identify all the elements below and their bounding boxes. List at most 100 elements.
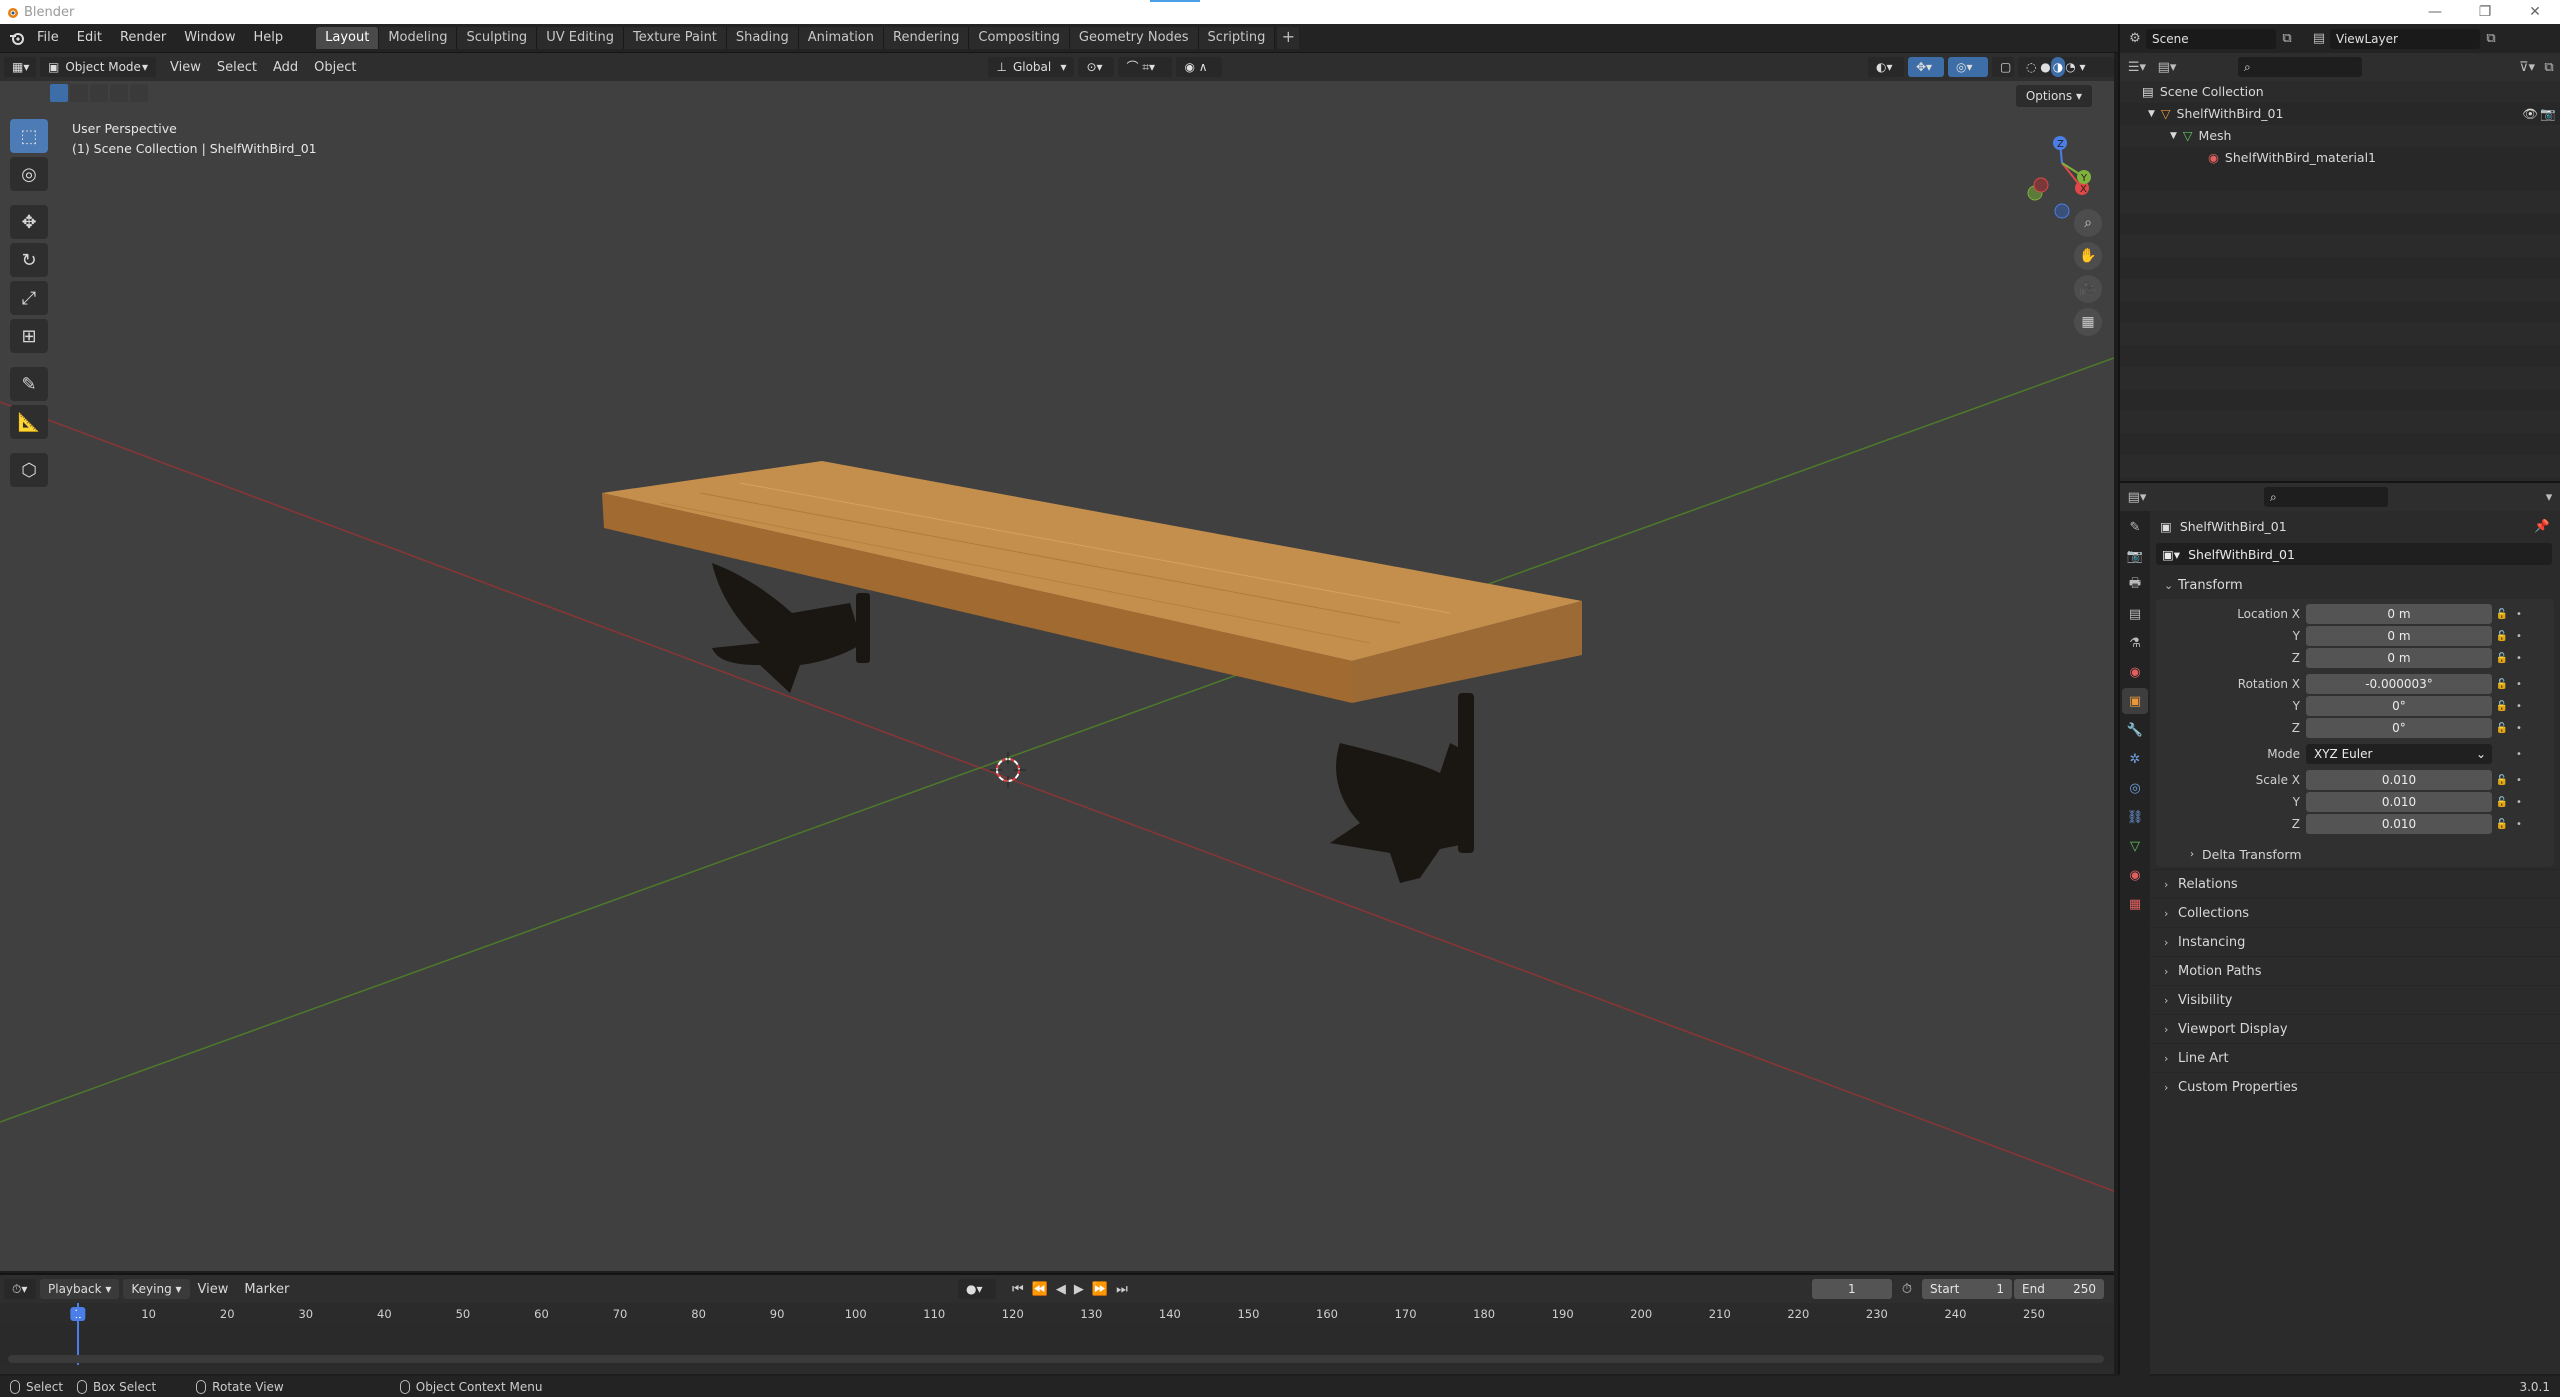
scene-name-field[interactable]: Scene <box>2146 28 2276 49</box>
close-button[interactable]: ✕ <box>2510 0 2560 24</box>
outliner-row-mesh[interactable]: ▼ ▽ Mesh <box>2120 125 2560 147</box>
menu-file[interactable]: File <box>28 27 68 49</box>
particles-tab-icon[interactable]: ✲ <box>2122 746 2148 772</box>
keyframe-dot-icon[interactable]: • <box>2512 631 2526 642</box>
add-cube-tool[interactable]: ⬡ <box>10 453 48 487</box>
outliner-search-input[interactable]: ⌕ <box>2238 57 2362 77</box>
keying-dropdown[interactable]: Keying ▾ <box>123 1279 190 1299</box>
modifier-tab-icon[interactable]: 🔧 <box>2122 717 2148 743</box>
3d-viewport[interactable]: ▦▾ ▣ Object Mode ▾ View Select Add Object ⊥ G… <box>0 53 2114 1271</box>
eye-icon[interactable]: 👁 <box>2522 103 2538 125</box>
panel-relations[interactable]: › Relations <box>2150 869 2560 898</box>
rotation-z-field[interactable]: 0° <box>2306 718 2492 738</box>
pan-hand-icon[interactable]: ✋ <box>2074 242 2102 270</box>
tab-shading[interactable]: Shading <box>726 27 799 49</box>
tab-geometry-nodes[interactable]: Geometry Nodes <box>1069 27 1199 49</box>
cursor-tool[interactable]: ◎ <box>10 157 48 191</box>
menu-help[interactable]: Help <box>245 27 293 49</box>
delta-transform-subpanel[interactable]: › Delta Transform <box>2156 841 2554 867</box>
menu-render[interactable]: Render <box>111 27 175 49</box>
tab-animation[interactable]: Animation <box>798 27 884 49</box>
object-tab-icon[interactable]: ▣ <box>2122 688 2148 714</box>
panel-viewport-display[interactable]: › Viewport Display <box>2150 1014 2560 1043</box>
jump-next-key-icon[interactable]: ⏩ <box>1092 1282 1108 1297</box>
keyframe-dot-icon[interactable]: • <box>2512 819 2526 830</box>
scale-x-field[interactable]: 0.010 <box>2306 770 2492 790</box>
menu-edit[interactable]: Edit <box>68 27 111 49</box>
keyframe-dot-icon[interactable]: • <box>2512 723 2526 734</box>
transform-tool[interactable]: ⊞ <box>10 319 48 353</box>
material-tab-icon[interactable]: ◉ <box>2122 862 2148 888</box>
panel-custom-properties[interactable]: › Custom Properties <box>2150 1072 2560 1101</box>
tab-texture-paint[interactable]: Texture Paint <box>624 27 727 49</box>
lock-icon[interactable]: 🔓 <box>2492 775 2512 786</box>
timeline-track-area[interactable] <box>0 1303 2114 1365</box>
new-view-layer-icon[interactable]: ⧉ <box>2480 29 2502 49</box>
measure-tool[interactable]: 📐 <box>10 405 48 439</box>
editor-type-button[interactable]: ⏱▾ <box>4 1279 36 1299</box>
panel-collections[interactable]: › Collections <box>2150 898 2560 927</box>
new-scene-icon[interactable]: ⧉ <box>2276 29 2298 49</box>
options-chevron-icon[interactable]: ▾ <box>2538 487 2560 507</box>
view-layer-field[interactable]: ViewLayer <box>2330 28 2480 49</box>
zoom-icon[interactable]: ⌕ <box>2074 209 2102 237</box>
lock-icon[interactable]: 🔓 <box>2492 819 2512 830</box>
lock-icon[interactable]: 🔓 <box>2492 679 2512 690</box>
pin-icon[interactable]: 📌 <box>2534 518 2550 534</box>
panel-line-art[interactable]: › Line Art <box>2150 1043 2560 1072</box>
jump-prev-key-icon[interactable]: ⏪ <box>1032 1282 1048 1297</box>
rotation-y-field[interactable]: 0° <box>2306 696 2492 716</box>
view-layer-tab-icon[interactable]: ▤ <box>2122 601 2148 627</box>
world-tab-icon[interactable]: ◉ <box>2122 659 2148 685</box>
timeline-scrollbar[interactable] <box>8 1355 2104 1363</box>
timeline-marker-menu[interactable]: Marker <box>236 1282 297 1297</box>
constraints-tab-icon[interactable]: ⛓ <box>2122 804 2148 830</box>
lock-icon[interactable]: 🔓 <box>2492 723 2512 734</box>
keyframe-dot-icon[interactable]: • <box>2512 749 2526 760</box>
camera-view-icon[interactable]: 🎥 <box>2074 275 2102 303</box>
tab-sculpting[interactable]: Sculpting <box>457 27 538 49</box>
move-tool[interactable]: ✥ <box>10 205 48 239</box>
panel-instancing[interactable]: › Instancing <box>2150 927 2560 956</box>
tab-rendering[interactable]: Rendering <box>884 27 970 49</box>
keyframe-dot-icon[interactable]: • <box>2512 797 2526 808</box>
tab-layout[interactable]: Layout <box>316 27 380 49</box>
lock-icon[interactable]: 🔓 <box>2492 701 2512 712</box>
jump-start-icon[interactable]: ⏮ <box>1012 1282 1024 1297</box>
new-collection-icon[interactable]: ⧉ <box>2538 57 2560 77</box>
data-tab-icon[interactable]: ▽ <box>2122 833 2148 859</box>
filter-icon[interactable]: ⊽▾ <box>2516 57 2538 77</box>
properties-editor-icon[interactable]: ▤▾ <box>2126 487 2148 507</box>
display-mode-icon[interactable]: ▤▾ <box>2156 57 2178 77</box>
blender-menu-icon[interactable] <box>6 27 28 49</box>
scale-z-field[interactable]: 0.010 <box>2306 814 2492 834</box>
scale-y-field[interactable]: 0.010 <box>2306 792 2492 812</box>
panel-visibility[interactable]: › Visibility <box>2150 985 2560 1014</box>
camera-render-icon[interactable]: 📷 <box>2540 103 2556 125</box>
properties-search-input[interactable]: ⌕ <box>2264 487 2388 507</box>
object-name-field[interactable]: ▣▾ ShelfWithBird_01 <box>2156 543 2552 565</box>
rotation-x-field[interactable]: -0.000003° <box>2306 674 2492 694</box>
outliner-row-scene-collection[interactable]: ▤ Scene Collection <box>2120 81 2560 103</box>
keyframe-dot-icon[interactable]: • <box>2512 701 2526 712</box>
maximize-button[interactable]: ❐ <box>2460 0 2510 24</box>
outliner-row-object[interactable]: ▼ ▽ ShelfWithBird_01 👁 📷 <box>2120 103 2560 125</box>
render-tab-icon[interactable]: 📷 <box>2122 543 2148 569</box>
scene-tab-icon[interactable]: ⚗ <box>2122 630 2148 656</box>
current-frame-field[interactable]: 1 <box>1811 1279 1892 1299</box>
tab-uv-editing[interactable]: UV Editing <box>537 27 625 49</box>
lock-icon[interactable]: 🔓 <box>2492 653 2512 664</box>
expand-chevron-icon[interactable]: ▼ <box>2170 125 2177 147</box>
tab-compositing[interactable]: Compositing <box>969 27 1070 49</box>
play-icon[interactable]: ▶ <box>1074 1282 1084 1297</box>
auto-keying-toggle[interactable]: ●▾ <box>958 1279 996 1299</box>
tab-scripting[interactable]: Scripting <box>1198 27 1276 49</box>
scale-tool[interactable]: ⤢ <box>10 281 48 315</box>
output-tab-icon[interactable]: 🖶 <box>2122 572 2148 598</box>
keyframe-dot-icon[interactable]: • <box>2512 653 2526 664</box>
playback-dropdown[interactable]: Playback ▾ <box>40 1279 120 1299</box>
location-x-field[interactable]: 0 m <box>2306 604 2492 624</box>
expand-chevron-icon[interactable]: ▼ <box>2148 103 2155 125</box>
rotate-tool[interactable]: ↻ <box>10 243 48 277</box>
perspective-toggle-icon[interactable]: ▦ <box>2074 308 2102 336</box>
